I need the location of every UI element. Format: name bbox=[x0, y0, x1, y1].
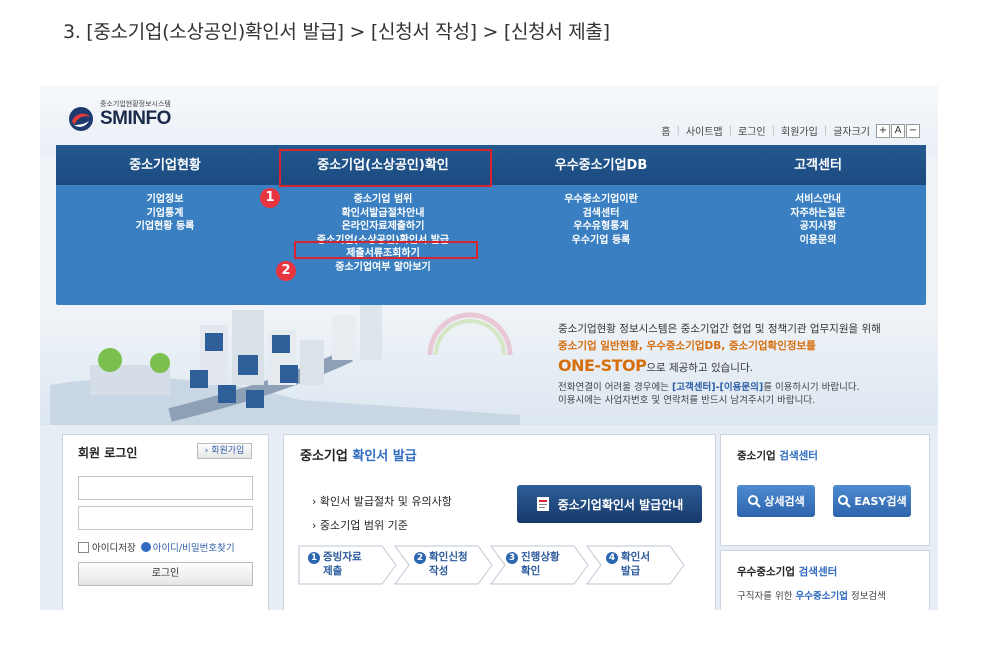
menu-customer-center[interactable]: 고객센터 bbox=[710, 145, 926, 185]
issue-title: 중소기업 확인서 발급 bbox=[300, 449, 417, 464]
process-step-4: 4 확인서 발급 bbox=[586, 545, 686, 585]
submenu-excellent-about[interactable]: 우수중소기업이란 bbox=[492, 193, 710, 207]
document-icon bbox=[536, 497, 549, 511]
submenu-excellent-stats[interactable]: 우수유형통계 bbox=[492, 220, 710, 234]
banner-line-4a: 전화연결이 어려울 경우에는 bbox=[558, 382, 672, 393]
submenu-col-3: 우수중소기업이란 검색센터 우수유형통계 우수기업 등록 bbox=[492, 193, 710, 247]
submenu-notice[interactable]: 공지사항 bbox=[710, 220, 926, 234]
remember-id-checkbox[interactable] bbox=[78, 541, 89, 553]
submenu-col-4: 서비스안내 자주하는질문 공지사항 이용문의 bbox=[710, 193, 926, 247]
util-sitemap[interactable]: 사이트맵 bbox=[686, 123, 723, 138]
submenu-service-guide[interactable]: 서비스안내 bbox=[710, 193, 926, 207]
submenu-company-register[interactable]: 기업현황 등록 bbox=[56, 220, 274, 234]
find-account-link[interactable]: 아이디/비밀번호찾기 bbox=[153, 540, 235, 554]
city-illustration-icon bbox=[50, 305, 520, 425]
util-login[interactable]: 로그인 bbox=[738, 123, 766, 138]
utility-nav: 홈 | 사이트맵 | 로그인 | 회원가입 | 글자크기 + A − bbox=[661, 123, 920, 138]
submenu-col-2: 중소기업 범위 확인서발급절차안내 온라인자료제출하기 중소기업(소상공인)확인… bbox=[274, 193, 492, 274]
logo-name: SMINFO bbox=[100, 108, 171, 129]
issue-guide-button[interactable]: 중소기업확인서 발급안내 bbox=[517, 485, 702, 523]
detail-search-button[interactable]: 상세검색 bbox=[737, 485, 815, 517]
join-button[interactable]: › 회원가입 bbox=[197, 443, 252, 459]
process-step-1: 1 증빙자료 제출 bbox=[298, 545, 398, 585]
submenu-inquiry[interactable]: 이용문의 bbox=[710, 234, 926, 248]
submenu-company-stats[interactable]: 기업통계 bbox=[56, 207, 274, 221]
banner-text: 중소기업현황 정보시스템은 중소기업간 협업 및 정책기관 업무지원을 위해 중… bbox=[558, 321, 881, 407]
menu-sme-status[interactable]: 중소기업현황 bbox=[56, 145, 274, 185]
sme-scope-link[interactable]: › 중소기업 범위 기준 bbox=[312, 517, 408, 533]
search-title: 중소기업 검색센터 bbox=[737, 450, 818, 462]
menu-excellent-sme-db[interactable]: 우수중소기업DB bbox=[492, 145, 710, 185]
banner-one-stop: ONE-STOP bbox=[558, 356, 647, 375]
login-button[interactable]: 로그인 bbox=[78, 562, 253, 586]
submenu-faq[interactable]: 자주하는질문 bbox=[710, 207, 926, 221]
logo-swirl-icon bbox=[69, 107, 93, 131]
highlight-box-menu bbox=[279, 149, 492, 187]
login-password-input[interactable] bbox=[78, 506, 253, 530]
font-decrease-button[interactable]: − bbox=[906, 123, 920, 138]
issue-procedure-link[interactable]: › 확인서 발급절차 및 유의사항 bbox=[312, 493, 452, 509]
magnifier-icon bbox=[838, 495, 852, 508]
submenu-col-1: 기업정보 기업통계 기업현황 등록 bbox=[56, 193, 274, 234]
submenu-search-center[interactable]: 검색센터 bbox=[492, 207, 710, 221]
excellent-search-subtitle: 구직자를 위한 우수중소기업 정보검색 bbox=[737, 591, 886, 602]
submenu-excellent-register[interactable]: 우수기업 등록 bbox=[492, 234, 710, 248]
website-screenshot: 중소기업현황정보시스템 SMINFO 홈 | 사이트맵 | 로그인 | 회원가입 | 글… bbox=[40, 85, 938, 610]
font-increase-button[interactable]: + bbox=[876, 123, 890, 138]
submenu-company-info[interactable]: 기업정보 bbox=[56, 193, 274, 207]
submenu-sme-scope[interactable]: 중소기업 범위 bbox=[274, 193, 492, 207]
step-heading: 3. [중소기업(소상공인)확인서 발급] > [신청서 작성] > [신청서 … bbox=[63, 21, 610, 43]
highlight-box-submenu bbox=[294, 241, 478, 259]
global-navigation: 중소기업현황 중소기업(소상공인)확인 우수중소기업DB 고객센터 기업정보 기… bbox=[56, 145, 926, 305]
submenu-issue-guide[interactable]: 확인서발급절차안내 bbox=[274, 207, 492, 221]
easy-search-button[interactable]: EASY검색 bbox=[833, 485, 911, 517]
submenu-online-submit[interactable]: 온라인자료제출하기 bbox=[274, 220, 492, 234]
font-size-controls: + A − bbox=[875, 123, 920, 138]
banner-line-4b: 를 이용하시기 바랍니다. bbox=[763, 382, 860, 393]
banner-line-3: 으로 제공하고 있습니다. bbox=[646, 362, 753, 374]
step-badge-1: 1 bbox=[260, 188, 280, 208]
login-id-input[interactable] bbox=[78, 476, 253, 500]
login-options: 아이디저장 아이디/비밀번호찾기 bbox=[78, 540, 235, 554]
banner-line-1: 중소기업현황 정보시스템은 중소기업간 협업 및 정책기관 업무지원을 위해 bbox=[558, 323, 881, 335]
magnifier-icon bbox=[748, 495, 761, 508]
banner-support-link[interactable]: [고객센터]-[이용문의] bbox=[672, 382, 763, 393]
util-home[interactable]: 홈 bbox=[661, 123, 670, 138]
font-reset-button[interactable]: A bbox=[891, 123, 905, 138]
banner-line-2: 중소기업 일반현황, 우수중소기업DB, 중소기업확인정보를 bbox=[558, 340, 816, 352]
question-icon bbox=[140, 542, 151, 552]
remember-id-label: 아이디저장 bbox=[92, 543, 136, 554]
banner-line-5: 이용시에는 사업자번호 및 연락처를 반드시 남겨주시기 바랍니다. bbox=[558, 395, 816, 406]
process-step-3: 3 진행상황 확인 bbox=[490, 545, 590, 585]
excellent-search-title: 우수중소기업 검색센터 bbox=[737, 566, 838, 578]
util-join[interactable]: 회원가입 bbox=[781, 123, 818, 138]
process-step-2: 2 확인신청 작성 bbox=[394, 545, 494, 585]
login-title: 회원 로그인 bbox=[78, 446, 138, 460]
submenu-sme-check[interactable]: 중소기업여부 알아보기 bbox=[274, 261, 492, 275]
util-font-size-label: 글자크기 bbox=[833, 127, 870, 138]
step-badge-2: 2 bbox=[276, 261, 296, 281]
